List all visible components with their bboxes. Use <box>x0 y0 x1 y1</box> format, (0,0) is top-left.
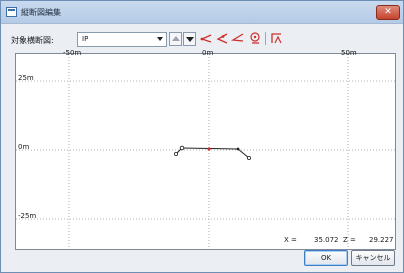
profile-vertex <box>179 145 185 151</box>
triangle-down-icon <box>186 37 194 42</box>
ok-button[interactable]: OK <box>304 250 348 266</box>
measure-icon[interactable] <box>270 31 284 45</box>
target-select[interactable]: IP <box>77 32 167 47</box>
target-select-value: IP <box>82 35 89 43</box>
app-icon <box>6 7 17 17</box>
profile-vertex <box>173 152 178 157</box>
y-axis-label-bottom: -25m <box>18 212 37 220</box>
profile-vertex <box>246 156 251 161</box>
y-axis-label-top: 25m <box>18 74 34 82</box>
toolbar-separator <box>265 32 266 45</box>
next-button[interactable] <box>183 32 196 46</box>
x-readout-label: X = <box>284 236 297 244</box>
profile-vertex-selected <box>207 147 211 151</box>
x-readout-value: 35.072 <box>314 236 339 244</box>
target-label: 対象横断図: <box>11 36 54 45</box>
z-readout-label: Z = <box>343 236 356 244</box>
y-axis-label-middle: 0m <box>18 143 30 151</box>
previous-button[interactable] <box>169 32 182 46</box>
profile-editor-window: 縦断図編集 ✕ 対象横断図: IP -50m 0m 50m 25m 0m -25… <box>0 0 404 273</box>
move-vertex-icon[interactable] <box>215 31 229 45</box>
delete-vertex-icon[interactable] <box>231 31 245 45</box>
chevron-down-icon <box>157 37 163 41</box>
profile-vertex <box>236 147 240 151</box>
x-axis-label-left: -50m <box>63 49 82 57</box>
triangle-up-icon <box>172 36 180 41</box>
z-readout-value: 29.227 <box>369 236 394 244</box>
close-button[interactable]: ✕ <box>376 5 400 20</box>
x-axis-label-right: 50m <box>341 49 357 57</box>
profile-graph[interactable] <box>16 54 395 249</box>
x-axis-label-center: 0m <box>202 49 214 57</box>
window-title: 縦断図編集 <box>21 8 61 17</box>
cancel-button[interactable]: キャンセル <box>351 250 395 266</box>
add-vertex-icon[interactable] <box>199 31 213 45</box>
profile-canvas[interactable] <box>15 53 396 250</box>
title-bar: 縦断図編集 ✕ <box>1 1 403 24</box>
zoom-fit-icon[interactable] <box>248 31 262 45</box>
